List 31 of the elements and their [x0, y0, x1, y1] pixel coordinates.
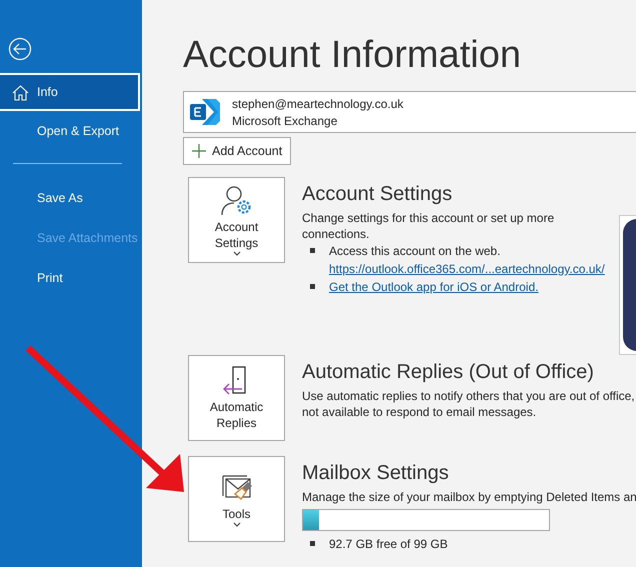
section-title: Automatic Replies (Out of Office) — [302, 361, 595, 384]
section-description: Change settings for this account or set up more connections. — [302, 210, 556, 242]
bullet-text: 92.7 GB free of 99 GB — [329, 536, 448, 553]
add-account-button[interactable]: Add Account — [183, 137, 292, 165]
account-type: Microsoft Exchange — [232, 114, 338, 128]
page-title: Account Information — [183, 34, 522, 77]
section-title: Account Settings — [302, 183, 454, 206]
exchange-logo-icon — [188, 97, 222, 127]
bullet-icon — [310, 284, 315, 289]
account-email: stephen@meartechnology.co.uk — [232, 96, 404, 110]
person-gear-icon — [220, 184, 254, 216]
bullet-text: Access this account on the web. — [329, 243, 502, 260]
sidebar-item[interactable]: Open & Export — [0, 111, 142, 151]
sidebar-item[interactable]: Info — [0, 73, 140, 111]
link[interactable]: Get the Outlook app for iOS or Android. — [329, 278, 538, 296]
account-tile-button[interactable]: Account Settings — [188, 177, 285, 263]
back-icon[interactable] — [8, 37, 32, 61]
tools-tile-button[interactable]: Tools — [188, 456, 285, 542]
replies-tile-button[interactable]: Automatic Replies — [188, 355, 285, 441]
home-icon — [12, 85, 29, 101]
bullet-icon — [310, 541, 315, 546]
link[interactable]: https://outlook.office365.com/...eartechnology.co.uk/ — [329, 260, 605, 278]
section-description: Use automatic replies to notify others that you are out of office, — [302, 388, 635, 404]
sidebar-item[interactable]: Print — [0, 258, 142, 298]
section-title: Mailbox Settings — [302, 462, 450, 485]
section-description: Manage the size of your mailbox by emptying Deleted Items an — [302, 489, 636, 505]
section-description: not available to respond to email messages. — [302, 404, 538, 420]
plus-icon — [192, 144, 206, 158]
sidebar-item[interactable]: Save As — [0, 178, 142, 218]
account-selector[interactable]: stephen@meartechnology.co.uk Microsoft Exchange — [183, 91, 636, 133]
bullet-icon — [310, 248, 315, 253]
